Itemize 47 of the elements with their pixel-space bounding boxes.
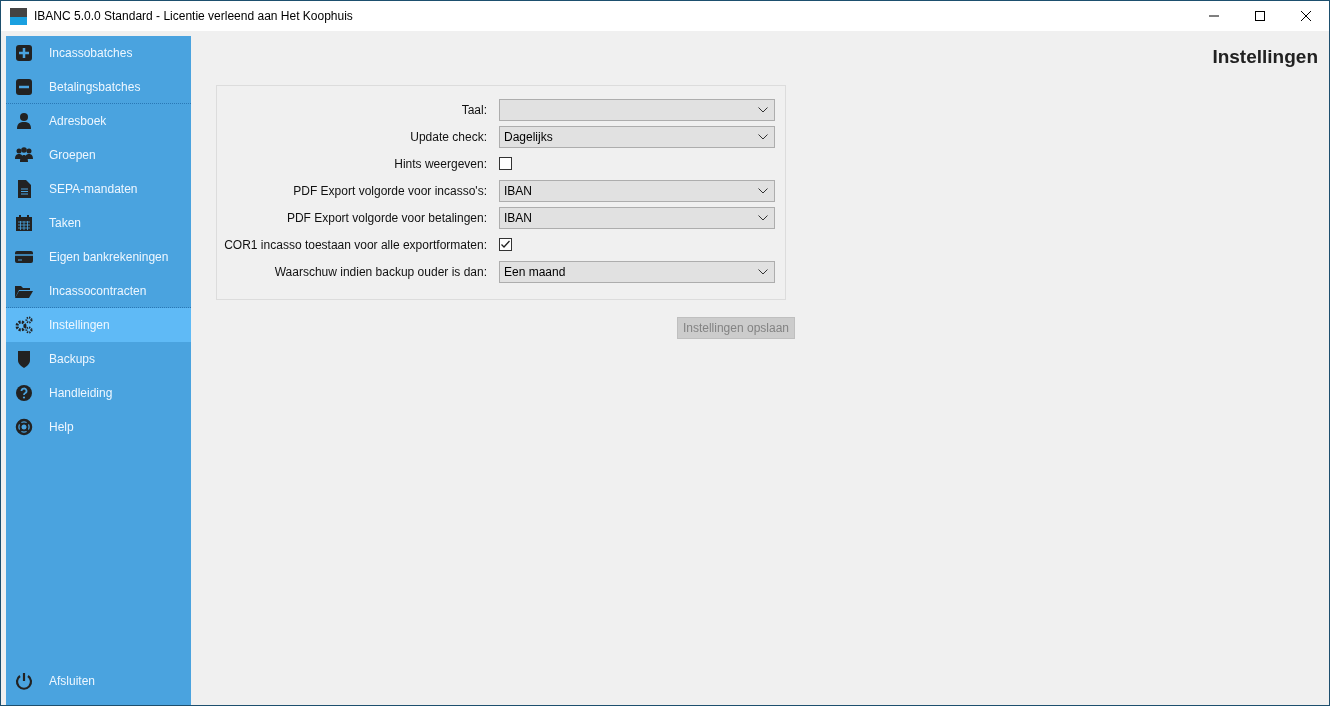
field-label: PDF Export volgorde voor betalingen:: [285, 209, 487, 227]
sidebar-item[interactable]: Betalingsbatches: [6, 70, 191, 104]
people-icon: [15, 146, 33, 164]
plus-square-icon: [15, 44, 33, 62]
sidebar-item[interactable]: SEPA-mandaten: [6, 172, 191, 206]
chevron-down-icon: [758, 106, 768, 113]
chevron-down-icon: [758, 133, 768, 140]
maximize-icon: [1255, 11, 1265, 21]
field-label: Update check:: [409, 128, 487, 146]
chevron-down-icon: [758, 187, 768, 194]
shield-icon: [15, 350, 33, 368]
power-icon: [15, 672, 33, 690]
sidebar-item[interactable]: Eigen bankrekeningen: [6, 240, 191, 274]
close-icon: [1301, 11, 1311, 21]
chevron-down-icon: [758, 268, 768, 275]
field-label: COR1 incasso toestaan voor alle exportformaten:: [223, 236, 487, 254]
sidebar-item[interactable]: Backups: [6, 342, 191, 376]
dropdown[interactable]: Dagelijks: [499, 125, 775, 148]
sidebar-item[interactable]: Handleiding: [6, 376, 191, 410]
chevron-down-icon: [758, 214, 768, 221]
dropdown[interactable]: IBAN: [499, 206, 775, 229]
field-label: Hints weergeven:: [393, 155, 487, 173]
sidebar-item[interactable]: Instellingen: [6, 308, 191, 342]
page-title: Instellingen: [1212, 45, 1318, 69]
window-title: IBANC 5.0.0 Standard - Licentie verleend aan Het Koophuis: [34, 8, 353, 25]
sidebar-item[interactable]: Adresboek: [6, 104, 191, 138]
credit-card-icon: [15, 248, 33, 266]
sidebar-item[interactable]: Taken: [6, 206, 191, 240]
checkbox[interactable]: [499, 238, 512, 251]
exit-item[interactable]: Afsluiten: [6, 664, 191, 698]
field-label: Waarschuw indien backup ouder is dan:: [273, 263, 487, 281]
gears-icon: [15, 316, 33, 334]
minus-square-icon: [15, 77, 33, 96]
checkbox[interactable]: [499, 157, 512, 170]
field-label: PDF Export volgorde voor incasso's:: [292, 182, 487, 200]
question-icon: [15, 384, 33, 402]
dropdown[interactable]: IBAN: [499, 179, 775, 202]
field-label: Taal:: [460, 101, 487, 119]
app-icon: [10, 7, 27, 25]
sidebar-item[interactable]: Help: [6, 410, 191, 444]
person-icon: [15, 112, 33, 130]
dropdown[interactable]: Een maand: [499, 260, 775, 283]
sidebar-item[interactable]: Incassobatches: [6, 36, 191, 70]
document-icon: [15, 180, 33, 198]
calendar-icon: [15, 214, 33, 232]
lifebuoy-icon: [15, 418, 33, 436]
sidebar-item[interactable]: Groepen: [6, 138, 191, 172]
